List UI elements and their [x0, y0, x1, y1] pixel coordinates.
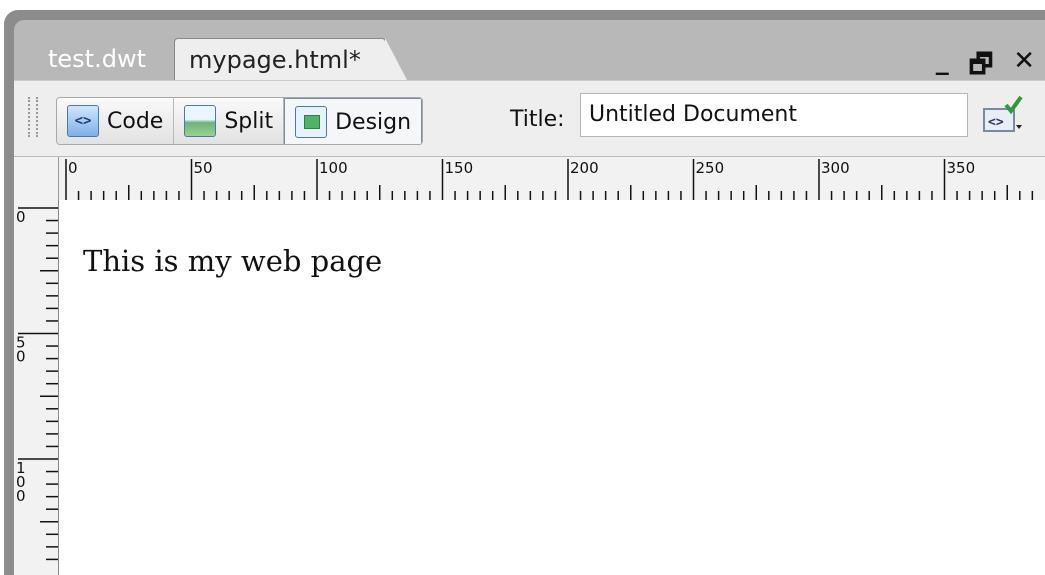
ruler-label: 0: [16, 487, 26, 505]
vertical-ruler-ticks: 050100: [16, 207, 58, 573]
split-view-icon: [184, 105, 217, 137]
svg-text:<>: <>: [988, 115, 1004, 130]
page-body-text[interactable]: This is my web page: [83, 244, 382, 278]
document-tab-bar: test.dwt mypage.html* _ 🗗 ✕: [14, 20, 1045, 81]
code-view-icon: <>: [67, 105, 99, 137]
design-view-button[interactable]: Design: [284, 98, 423, 144]
ruler-label: 350: [947, 159, 976, 177]
title-label: Title:: [510, 107, 565, 132]
ruler-label: 150: [445, 159, 474, 177]
ruler-label: 0: [68, 159, 78, 177]
view-mode-buttons: <> Code Split Design: [56, 97, 424, 145]
tab-test-dwt[interactable]: test.dwt: [34, 38, 160, 80]
toolbar-grip-handle[interactable]: [28, 97, 38, 137]
ruler-label: 50: [194, 159, 213, 177]
ruler-label: 100: [319, 159, 348, 177]
code-view-button[interactable]: <> Code: [57, 98, 175, 144]
horizontal-ruler[interactable]: 0 50 100 150 200 250 300 350: [14, 156, 1045, 202]
document-window: test.dwt mypage.html* _ 🗗 ✕ <> Code Spli…: [4, 10, 1045, 575]
ruler-label: 300: [821, 159, 850, 177]
design-canvas[interactable]: This is my web page: [59, 200, 1045, 575]
tab-mypage-html[interactable]: mypage.html*: [174, 38, 407, 81]
document-title-input[interactable]: [580, 93, 968, 137]
design-view-icon: [295, 106, 328, 138]
ruler-label: 250: [696, 159, 725, 177]
code-view-label: Code: [107, 108, 164, 134]
validate-markup-icon[interactable]: <>: [980, 95, 1028, 137]
ruler-label: 0: [16, 348, 26, 366]
split-view-button[interactable]: Split: [174, 98, 285, 144]
split-view-label: Split: [224, 108, 274, 134]
horizontal-ruler-ticks: 0 50 100 150 200 250 300 350: [65, 159, 1034, 201]
ruler-label: 200: [570, 159, 599, 177]
vertical-ruler[interactable]: 050100: [14, 200, 59, 575]
design-view-label: Design: [335, 109, 412, 135]
ruler-label: 0: [16, 208, 26, 226]
document-toolbar: <> Code Split Design Title: <>: [14, 80, 1045, 157]
